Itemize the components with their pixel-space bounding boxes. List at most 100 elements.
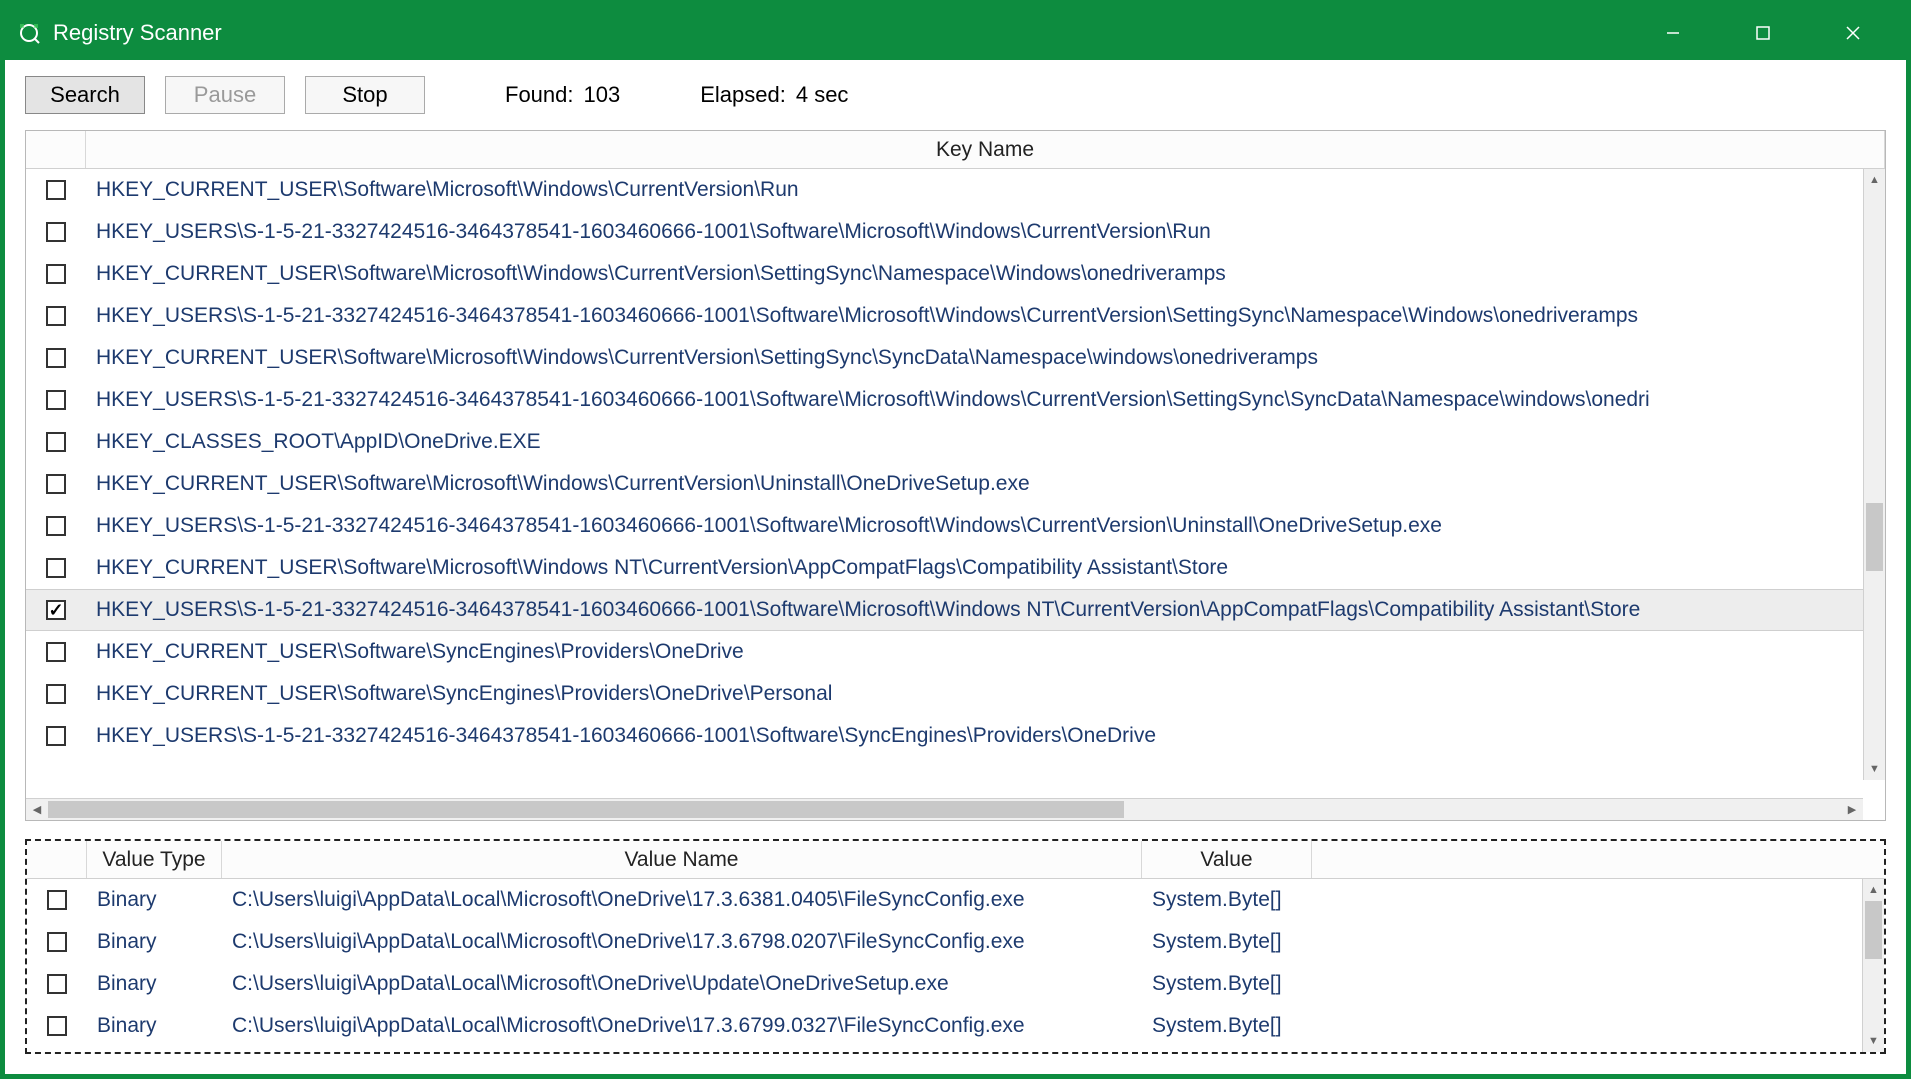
scroll-track[interactable] <box>1864 191 1885 758</box>
scroll-track[interactable] <box>1863 901 1884 1030</box>
row-checkbox-cell <box>26 180 86 200</box>
table-row[interactable]: HKEY_CURRENT_USER\Software\Microsoft\Win… <box>26 547 1885 589</box>
values-grid: Value Type Value Name Value BinaryC:\Use… <box>25 839 1886 1054</box>
row-checkbox[interactable] <box>46 222 66 242</box>
key-path: HKEY_CURRENT_USER\Software\Microsoft\Win… <box>86 178 1885 202</box>
value-name: C:\Users\luigi\AppData\Local\Microsoft\O… <box>222 930 1142 954</box>
row-checkbox[interactable] <box>46 264 66 284</box>
key-path: HKEY_USERS\S-1-5-21-3327424516-346437854… <box>86 514 1885 538</box>
row-checkbox[interactable] <box>46 684 66 704</box>
table-row[interactable]: BinaryC:\Users\luigi\AppData\Local\Micro… <box>27 1005 1884 1047</box>
found-value: 103 <box>584 82 621 108</box>
row-checkbox-cell <box>27 974 87 994</box>
scroll-right-icon[interactable]: ▶ <box>1841 799 1863 820</box>
row-checkbox[interactable] <box>46 390 66 410</box>
keys-column-keyname[interactable]: Key Name <box>86 131 1885 168</box>
table-row[interactable]: BinaryC:\Users\luigi\AppData\Local\Micro… <box>27 963 1884 1005</box>
value-data: System.Byte[] <box>1142 972 1312 996</box>
table-row[interactable]: HKEY_USERS\S-1-5-21-3327424516-346437854… <box>26 715 1885 757</box>
elapsed-value: 4 sec <box>796 82 849 108</box>
scroll-down-icon[interactable]: ▼ <box>1863 1030 1884 1052</box>
row-checkbox[interactable] <box>46 306 66 326</box>
scroll-down-icon[interactable]: ▼ <box>1864 758 1885 780</box>
row-checkbox-cell <box>26 306 86 326</box>
app-title: Registry Scanner <box>53 20 1628 46</box>
table-row[interactable]: HKEY_CURRENT_USER\Software\Microsoft\Win… <box>26 169 1885 211</box>
table-row[interactable]: HKEY_CURRENT_USER\Software\SyncEngines\P… <box>26 673 1885 715</box>
row-checkbox[interactable] <box>47 932 67 952</box>
elapsed-stat: Elapsed: 4 sec <box>700 82 848 108</box>
row-checkbox-cell <box>26 684 86 704</box>
key-path: HKEY_USERS\S-1-5-21-3327424516-346437854… <box>86 388 1885 412</box>
row-checkbox[interactable] <box>46 516 66 536</box>
scroll-thumb[interactable] <box>1865 901 1882 959</box>
table-row[interactable]: HKEY_CURRENT_USER\Software\Microsoft\Win… <box>26 337 1885 379</box>
keys-column-checkbox[interactable] <box>26 131 86 168</box>
row-checkbox[interactable] <box>47 890 67 910</box>
value-data: System.Byte[] <box>1142 930 1312 954</box>
row-checkbox[interactable] <box>46 726 66 746</box>
table-row[interactable]: HKEY_CURRENT_USER\Software\Microsoft\Win… <box>26 253 1885 295</box>
key-path: HKEY_CURRENT_USER\Software\Microsoft\Win… <box>86 262 1885 286</box>
maximize-button[interactable] <box>1718 5 1808 60</box>
values-column-type[interactable]: Value Type <box>87 841 222 878</box>
key-path: HKEY_USERS\S-1-5-21-3327424516-346437854… <box>86 724 1885 748</box>
scroll-thumb[interactable] <box>48 801 1124 818</box>
table-row[interactable]: HKEY_CURRENT_USER\Software\Microsoft\Win… <box>26 463 1885 505</box>
pause-button[interactable]: Pause <box>165 76 285 114</box>
values-column-value-label: Value <box>1200 848 1252 872</box>
maximize-icon <box>1756 26 1770 40</box>
scroll-up-icon[interactable]: ▲ <box>1863 879 1884 901</box>
row-checkbox[interactable] <box>46 558 66 578</box>
key-path: HKEY_CURRENT_USER\Software\Microsoft\Win… <box>86 346 1885 370</box>
table-row[interactable]: HKEY_USERS\S-1-5-21-3327424516-346437854… <box>26 211 1885 253</box>
scroll-track[interactable] <box>48 799 1841 820</box>
scroll-up-icon[interactable]: ▲ <box>1864 169 1885 191</box>
key-path: HKEY_CLASSES_ROOT\AppID\OneDrive.EXE <box>86 430 1885 454</box>
table-row[interactable]: HKEY_USERS\S-1-5-21-3327424516-346437854… <box>26 379 1885 421</box>
table-row[interactable]: HKEY_CLASSES_ROOT\AppID\OneDrive.EXE <box>26 421 1885 463</box>
row-checkbox-cell <box>26 600 86 620</box>
row-checkbox-cell <box>27 890 87 910</box>
table-row[interactable]: HKEY_CURRENT_USER\Software\SyncEngines\P… <box>26 631 1885 673</box>
found-stat: Found: 103 <box>505 82 620 108</box>
row-checkbox[interactable] <box>47 974 67 994</box>
table-row[interactable]: HKEY_USERS\S-1-5-21-3327424516-346437854… <box>26 589 1885 631</box>
row-checkbox-cell <box>26 390 86 410</box>
row-checkbox[interactable] <box>46 432 66 452</box>
stop-button[interactable]: Stop <box>305 76 425 114</box>
keys-horizontal-scrollbar[interactable]: ◀ ▶ <box>26 798 1863 820</box>
row-checkbox[interactable] <box>46 348 66 368</box>
values-vertical-scrollbar[interactable]: ▲ ▼ <box>1862 879 1884 1052</box>
value-data: System.Byte[] <box>1142 888 1312 912</box>
row-checkbox-cell <box>27 1016 87 1036</box>
scroll-left-icon[interactable]: ◀ <box>26 799 48 820</box>
search-button[interactable]: Search <box>25 76 145 114</box>
minimize-button[interactable] <box>1628 5 1718 60</box>
row-checkbox[interactable] <box>46 600 66 620</box>
value-name: C:\Users\luigi\AppData\Local\Microsoft\O… <box>222 972 1142 996</box>
row-checkbox[interactable] <box>47 1016 67 1036</box>
close-icon <box>1846 26 1860 40</box>
values-grid-header: Value Type Value Name Value <box>27 841 1884 879</box>
values-column-checkbox[interactable] <box>27 841 87 878</box>
row-checkbox[interactable] <box>46 474 66 494</box>
row-checkbox[interactable] <box>46 642 66 662</box>
values-column-name-label: Value Name <box>624 848 738 872</box>
close-button[interactable] <box>1808 5 1898 60</box>
row-checkbox-cell <box>26 516 86 536</box>
keys-column-keyname-label: Key Name <box>936 138 1034 162</box>
values-column-name[interactable]: Value Name <box>222 841 1142 878</box>
table-row[interactable]: BinaryC:\Users\luigi\AppData\Local\Micro… <box>27 921 1884 963</box>
row-checkbox[interactable] <box>46 180 66 200</box>
app-icon <box>17 21 41 45</box>
row-checkbox-cell <box>26 432 86 452</box>
values-column-value[interactable]: Value <box>1142 841 1312 878</box>
keys-vertical-scrollbar[interactable]: ▲ ▼ <box>1863 169 1885 780</box>
table-row[interactable]: BinaryC:\Users\luigi\AppData\Local\Micro… <box>27 879 1884 921</box>
table-row[interactable]: HKEY_USERS\S-1-5-21-3327424516-346437854… <box>26 505 1885 547</box>
minimize-icon <box>1666 26 1680 40</box>
row-checkbox-cell <box>26 474 86 494</box>
table-row[interactable]: HKEY_USERS\S-1-5-21-3327424516-346437854… <box>26 295 1885 337</box>
scroll-thumb[interactable] <box>1866 503 1883 571</box>
